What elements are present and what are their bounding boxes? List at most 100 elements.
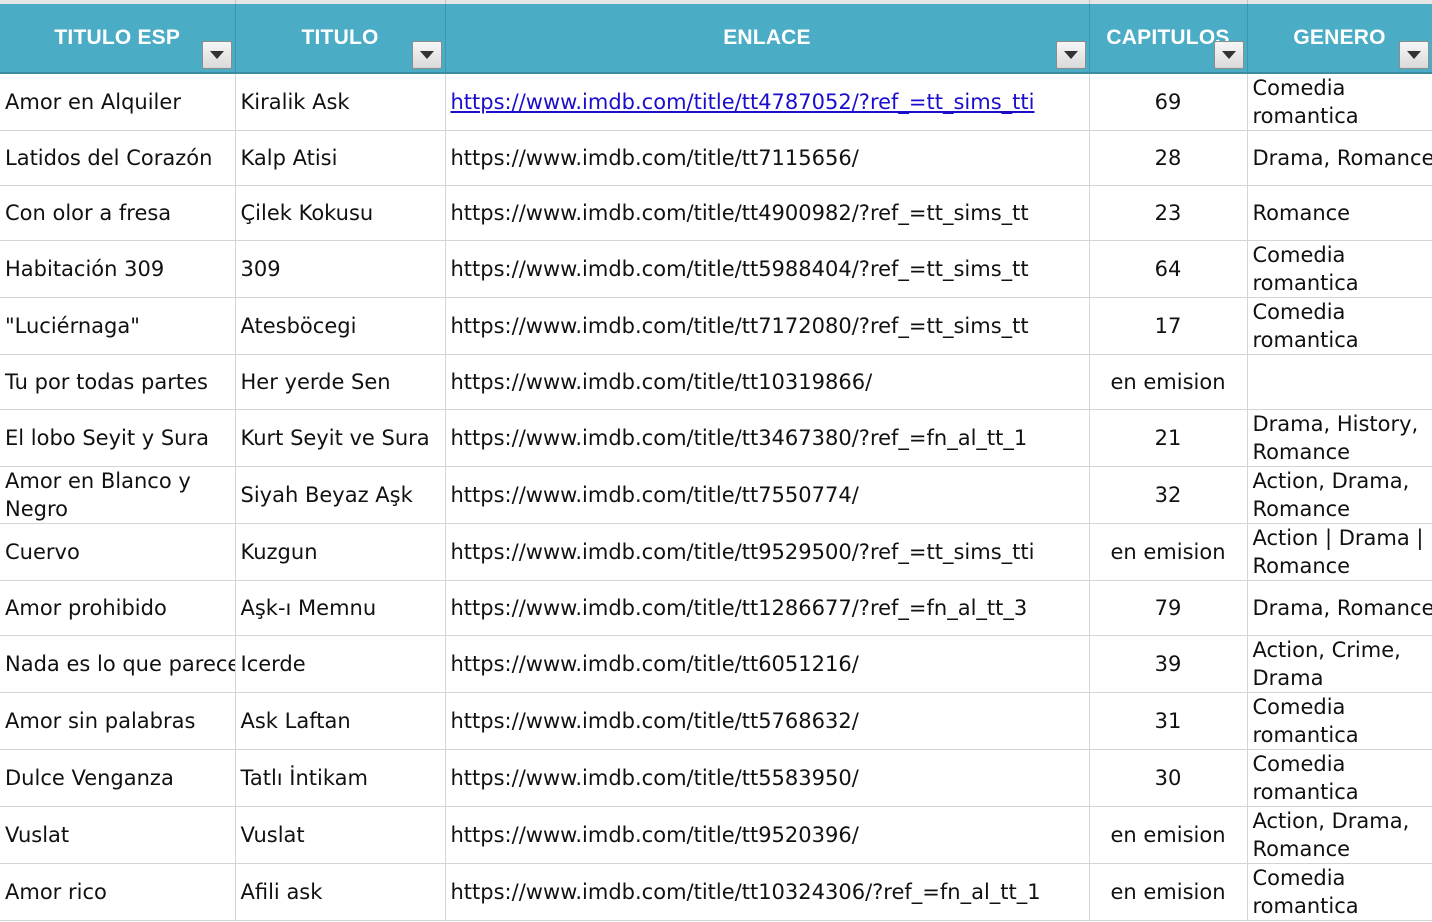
table-row: Dulce Venganza Tatlı İntikam https://www… (0, 749, 1432, 807)
cell-enlace[interactable]: https://www.imdb.com/title/tt1286677/?re… (445, 580, 1090, 636)
cell-genero[interactable]: Comedia romantica (1247, 73, 1432, 131)
cell-titulo-esp[interactable]: Amor prohibido (0, 580, 236, 636)
cell-genero[interactable] (1247, 354, 1432, 410)
cell-titulo[interactable]: Vuslat (235, 806, 446, 864)
cell-genero[interactable]: Drama, Romance (1247, 580, 1432, 636)
cell-titulo[interactable]: Ask Laftan (235, 692, 446, 750)
column-header-enlace: ENLACE (445, 4, 1090, 74)
column-header-capitulos: CAPITULOS (1089, 4, 1248, 74)
cell-enlace[interactable]: https://www.imdb.com/title/tt5768632/ (445, 692, 1090, 750)
cell-titulo[interactable]: Çilek Kokusu (235, 185, 446, 241)
cell-genero[interactable]: Action, Drama, Romance (1247, 806, 1432, 864)
cell-genero[interactable]: Action, Crime, Drama (1247, 635, 1432, 693)
cell-titulo-esp[interactable]: Amor en Alquiler (0, 73, 236, 131)
cell-capitulos[interactable]: 79 (1089, 580, 1248, 636)
cell-titulo-esp[interactable]: Nada es lo que parece (0, 635, 236, 693)
table-row: Tu por todas partes Her yerde Sen https:… (0, 354, 1432, 410)
cell-titulo-esp[interactable]: Vuslat (0, 806, 236, 864)
table-row: Cuervo Kuzgun https://www.imdb.com/title… (0, 523, 1432, 581)
cell-capitulos[interactable]: en emision (1089, 523, 1248, 581)
cell-enlace[interactable]: https://www.imdb.com/title/tt3467380/?re… (445, 409, 1090, 467)
table-row: Habitación 309 309 https://www.imdb.com/… (0, 240, 1432, 298)
cell-genero[interactable]: Action | Drama | Romance (1247, 523, 1432, 581)
spreadsheet-table: TITULO ESP TITULO ENLACE CAPITULOS GENER… (0, 4, 1432, 921)
filter-dropdown-button[interactable] (1055, 41, 1086, 69)
cell-capitulos[interactable]: 39 (1089, 635, 1248, 693)
cell-capitulos[interactable]: 28 (1089, 130, 1248, 186)
cell-capitulos[interactable]: 69 (1089, 73, 1248, 131)
cell-capitulos[interactable]: 64 (1089, 240, 1248, 298)
cell-titulo[interactable]: Atesböcegi (235, 297, 446, 355)
cell-titulo[interactable]: Icerde (235, 635, 446, 693)
cell-titulo-esp[interactable]: Amor sin palabras (0, 692, 236, 750)
table-row: Vuslat Vuslat https://www.imdb.com/title… (0, 806, 1432, 864)
cell-enlace[interactable]: https://www.imdb.com/title/tt7115656/ (445, 130, 1090, 186)
cell-titulo[interactable]: Her yerde Sen (235, 354, 446, 410)
cell-capitulos[interactable]: 17 (1089, 297, 1248, 355)
cell-enlace[interactable]: https://www.imdb.com/title/tt4787052/?re… (445, 73, 1090, 131)
filter-dropdown-button[interactable] (411, 41, 442, 69)
cell-capitulos[interactable]: 23 (1089, 185, 1248, 241)
column-header-label: TITULO ESP (54, 26, 181, 49)
cell-titulo-esp[interactable]: El lobo Seyit y Sura (0, 409, 236, 467)
dropdown-arrow-icon (1221, 51, 1236, 59)
filter-dropdown-button[interactable] (1398, 41, 1429, 69)
cell-enlace[interactable]: https://www.imdb.com/title/tt7550774/ (445, 466, 1090, 524)
dropdown-arrow-icon (1063, 51, 1078, 59)
cell-titulo-esp[interactable]: Tu por todas partes (0, 354, 236, 410)
cell-genero[interactable]: Drama, Romance (1247, 130, 1432, 186)
cell-enlace[interactable]: https://www.imdb.com/title/tt9529500/?re… (445, 523, 1090, 581)
dropdown-arrow-icon (1406, 51, 1421, 59)
column-header-titulo: TITULO (235, 4, 446, 74)
cell-titulo[interactable]: Afili ask (235, 863, 446, 921)
cell-titulo-esp[interactable]: "Luciérnaga" (0, 297, 236, 355)
imdb-link[interactable]: https://www.imdb.com/title/tt4787052/?re… (451, 90, 1035, 114)
cell-enlace[interactable]: https://www.imdb.com/title/tt4900982/?re… (445, 185, 1090, 241)
table-row: El lobo Seyit y Sura Kurt Seyit ve Sura … (0, 409, 1432, 467)
cell-titulo-esp[interactable]: Cuervo (0, 523, 236, 581)
header-row: TITULO ESP TITULO ENLACE CAPITULOS GENER… (0, 4, 1432, 74)
cell-titulo[interactable]: Kuzgun (235, 523, 446, 581)
cell-capitulos[interactable]: en emision (1089, 354, 1248, 410)
cell-enlace[interactable]: https://www.imdb.com/title/tt7172080/?re… (445, 297, 1090, 355)
filter-dropdown-button[interactable] (201, 41, 232, 69)
cell-titulo[interactable]: Tatlı İntikam (235, 749, 446, 807)
cell-capitulos[interactable]: 30 (1089, 749, 1248, 807)
cell-genero[interactable]: Comedia romantica (1247, 240, 1432, 298)
cell-enlace[interactable]: https://www.imdb.com/title/tt10324306/?r… (445, 863, 1090, 921)
cell-enlace[interactable]: https://www.imdb.com/title/tt10319866/ (445, 354, 1090, 410)
cell-titulo-esp[interactable]: Habitación 309 (0, 240, 236, 298)
table-row: Amor en Alquiler Kiralik Ask https://www… (0, 73, 1432, 131)
cell-enlace[interactable]: https://www.imdb.com/title/tt6051216/ (445, 635, 1090, 693)
cell-genero[interactable]: Comedia romantica (1247, 297, 1432, 355)
cell-titulo-esp[interactable]: Amor rico (0, 863, 236, 921)
cell-titulo-esp[interactable]: Con olor a fresa (0, 185, 236, 241)
cell-genero[interactable]: Action, Drama, Romance (1247, 466, 1432, 524)
cell-genero[interactable]: Drama, History, Romance (1247, 409, 1432, 467)
cell-capitulos[interactable]: en emision (1089, 863, 1248, 921)
cell-genero[interactable]: Comedia romantica (1247, 863, 1432, 921)
cell-titulo-esp[interactable]: Amor en Blanco y Negro (0, 466, 236, 524)
cell-capitulos[interactable]: 21 (1089, 409, 1248, 467)
cell-genero[interactable]: Comedia romantica (1247, 692, 1432, 750)
cell-titulo-esp[interactable]: Dulce Venganza (0, 749, 236, 807)
cell-titulo-esp[interactable]: Latidos del Corazón (0, 130, 236, 186)
cell-titulo[interactable]: Kalp Atisi (235, 130, 446, 186)
cell-capitulos[interactable]: 32 (1089, 466, 1248, 524)
cell-capitulos[interactable]: 31 (1089, 692, 1248, 750)
cell-titulo[interactable]: Kiralik Ask (235, 73, 446, 131)
table-row: Amor prohibido Aşk-ı Memnu https://www.i… (0, 580, 1432, 636)
cell-titulo[interactable]: Siyah Beyaz Aşk (235, 466, 446, 524)
filter-dropdown-button[interactable] (1213, 41, 1244, 69)
cell-titulo[interactable]: 309 (235, 240, 446, 298)
cell-capitulos[interactable]: en emision (1089, 806, 1248, 864)
cell-genero[interactable]: Romance (1247, 185, 1432, 241)
column-header-titulo-esp: TITULO ESP (0, 4, 236, 74)
cell-titulo[interactable]: Aşk-ı Memnu (235, 580, 446, 636)
cell-genero[interactable]: Comedia romantica (1247, 749, 1432, 807)
cell-enlace[interactable]: https://www.imdb.com/title/tt9520396/ (445, 806, 1090, 864)
cell-titulo[interactable]: Kurt Seyit ve Sura (235, 409, 446, 467)
cell-enlace[interactable]: https://www.imdb.com/title/tt5583950/ (445, 749, 1090, 807)
cell-enlace[interactable]: https://www.imdb.com/title/tt5988404/?re… (445, 240, 1090, 298)
table-row: "Luciérnaga" Atesböcegi https://www.imdb… (0, 297, 1432, 355)
